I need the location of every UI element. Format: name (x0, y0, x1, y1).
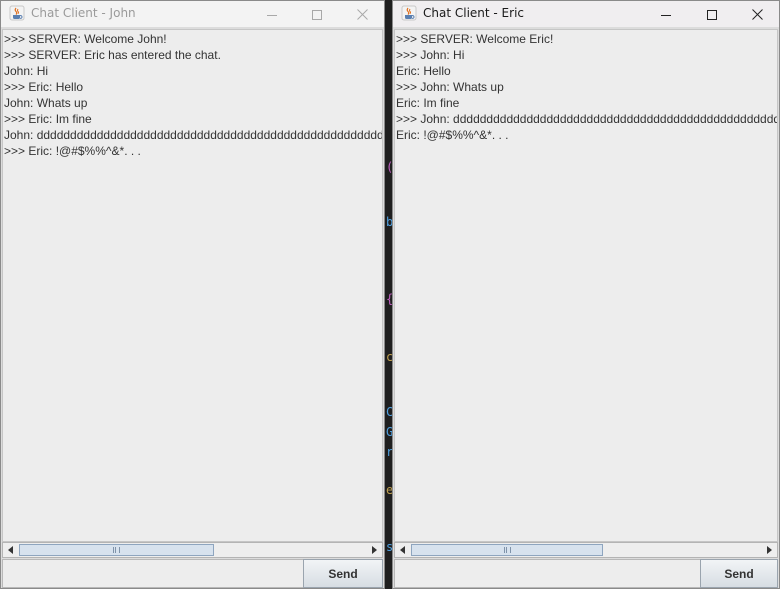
chat-message: Eric: Im fine (396, 96, 460, 110)
maximize-icon (312, 5, 322, 24)
chat-message: >>> SERVER: Welcome John! (4, 32, 167, 46)
chat-message: >>> Eric: Im fine (4, 112, 92, 126)
chat-message: Eric: !@#$%%^&*. . . (396, 128, 509, 142)
maximize-icon (707, 5, 717, 24)
chat-window-eric: Chat Client - Eric >>> SERVER: Welcome E… (392, 0, 780, 589)
grip-icon (113, 547, 120, 553)
message-list: >>> SERVER: Welcome John! >>> SERVER: Eri… (4, 31, 383, 159)
chat-message: >>> Eric: !@#$%%^&*. . . (4, 144, 141, 158)
minimize-icon (661, 5, 671, 24)
window-title: Chat Client - John (31, 6, 136, 20)
message-list: >>> SERVER: Welcome Eric! >>> John: Hi Eri… (396, 31, 777, 143)
minimize-button[interactable] (249, 1, 295, 27)
message-input[interactable] (394, 559, 701, 588)
horizontal-scrollbar[interactable] (2, 542, 383, 558)
chat-message: >>> SERVER: Eric has entered the chat. (4, 48, 221, 62)
grip-icon (503, 547, 511, 553)
message-input[interactable] (2, 559, 304, 588)
title-bar[interactable]: Chat Client - Eric (393, 1, 779, 27)
close-icon (356, 5, 368, 24)
title-bar[interactable]: Chat Client - John (1, 1, 384, 27)
close-button[interactable] (339, 1, 385, 27)
chat-history[interactable]: >>> SERVER: Welcome Eric! >>> John: Hi Eri… (394, 29, 778, 542)
horizontal-scrollbar[interactable] (394, 542, 778, 558)
java-coffee-cup-icon (9, 5, 25, 21)
scrollbar-thumb[interactable] (19, 544, 214, 556)
scroll-right-arrow-icon[interactable] (367, 543, 382, 557)
send-button[interactable]: Send (303, 559, 383, 588)
chat-window-john: Chat Client - John >>> SERVER: Welcome J… (0, 0, 385, 589)
send-button[interactable]: Send (700, 559, 778, 588)
minimize-button[interactable] (643, 1, 689, 27)
maximize-button[interactable] (294, 1, 340, 27)
scroll-left-arrow-icon[interactable] (395, 543, 410, 557)
close-button[interactable] (734, 1, 780, 27)
scrollbar-thumb[interactable] (411, 544, 603, 556)
minimize-icon (267, 5, 277, 24)
chat-message: >>> Eric: Hello (4, 80, 84, 94)
chat-message: >>> John: Hi (396, 48, 465, 62)
chat-history[interactable]: >>> SERVER: Welcome John! >>> SERVER: Eri… (2, 29, 383, 542)
maximize-button[interactable] (689, 1, 735, 27)
scroll-right-arrow-icon[interactable] (762, 543, 777, 557)
scroll-left-arrow-icon[interactable] (3, 543, 18, 557)
chat-message: Eric: Hello (396, 64, 451, 78)
java-coffee-cup-icon (401, 5, 417, 21)
chat-message: John: Whats up (4, 96, 88, 110)
chat-message: >>> SERVER: Welcome Eric! (396, 32, 554, 46)
window-title: Chat Client - Eric (423, 6, 525, 20)
close-icon (751, 5, 763, 24)
chat-message: John: dddddddddddddddddddddddddddddddddd… (4, 128, 383, 142)
chat-message: >>> John: Whats up (396, 80, 504, 94)
chat-message: >>> John: dddddddddddddddddddddddddddddd… (396, 112, 777, 126)
chat-message: John: Hi (4, 64, 49, 78)
